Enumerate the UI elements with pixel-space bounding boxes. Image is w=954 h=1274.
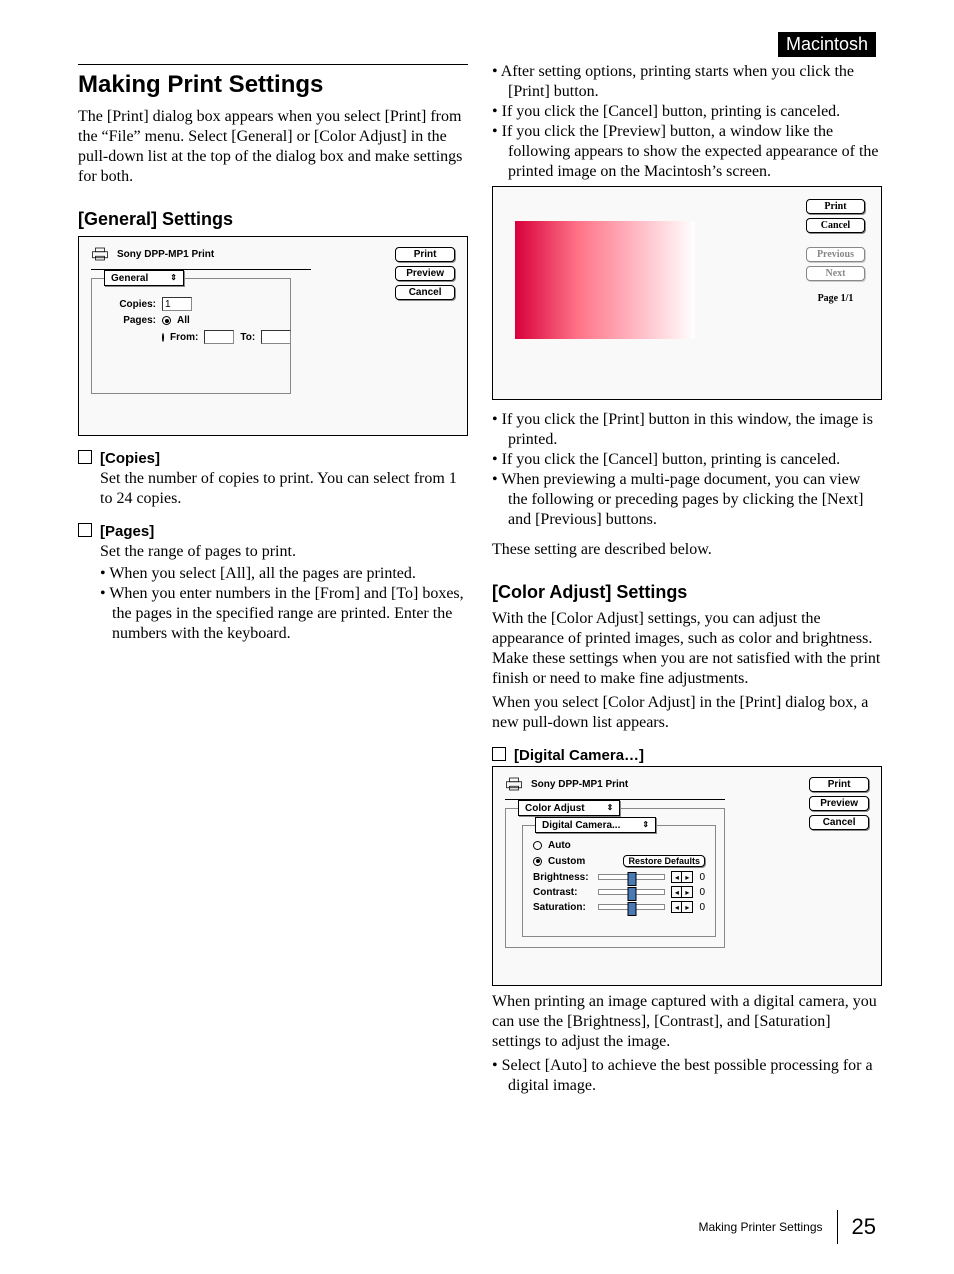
pulldown-label: Color Adjust — [525, 803, 585, 814]
os-tag: Macintosh — [778, 32, 876, 57]
right-bullet-2: If you click the [Cancel] button, printi… — [492, 102, 882, 122]
copies-input[interactable] — [162, 297, 192, 311]
right-bullet-5: If you click the [Cancel] button, printi… — [492, 450, 882, 470]
all-label: All — [177, 315, 190, 326]
digital-camera-pulldown[interactable]: Digital Camera... ⇕ — [535, 817, 656, 833]
pages-bullet-1: When you select [All], all the pages are… — [100, 564, 468, 584]
pages-bullet-2: When you enter numbers in the [From] and… — [100, 584, 468, 644]
preview-previous-button[interactable]: Previous — [806, 247, 865, 262]
saturation-label: Saturation: — [533, 902, 592, 913]
copies-desc: Set the number of copies to print. You c… — [100, 469, 468, 509]
left-column: Making Print Settings The [Print] dialog… — [78, 60, 468, 1096]
general-print-dialog: Sony DPP-MP1 Print Print Preview Cancel … — [78, 236, 468, 436]
brightness-stepper[interactable]: ◂▸ — [671, 871, 693, 883]
color-adjust-dialog: Sony DPP-MP1 Print Print Preview Cancel … — [492, 766, 882, 986]
all-radio[interactable] — [162, 316, 171, 325]
preview-cancel-button[interactable]: Cancel — [806, 218, 865, 233]
from-input[interactable] — [204, 330, 234, 344]
brightness-slider[interactable] — [598, 874, 665, 880]
preview-button[interactable]: Preview — [395, 266, 455, 281]
device-title: Sony DPP-MP1 Print — [117, 249, 214, 260]
pages-heading: [Pages] — [78, 523, 468, 540]
auto-radio[interactable] — [533, 841, 542, 850]
contrast-value: 0 — [699, 887, 705, 898]
from-label: From: — [170, 332, 198, 343]
print-button[interactable]: Print — [395, 247, 455, 262]
to-input[interactable] — [261, 330, 291, 344]
right-bullet-3: If you click the [Preview] button, a win… — [492, 122, 882, 182]
footer: Making Printer Settings 25 — [698, 1210, 876, 1244]
printer-icon — [91, 247, 109, 261]
custom-label: Custom — [548, 856, 585, 867]
right-bullet-6: When previewing a multi-page document, y… — [492, 470, 882, 530]
printer-icon — [505, 777, 523, 791]
general-settings-heading: [General] Settings — [78, 209, 468, 230]
right-bullet-1: After setting options, printing starts w… — [492, 62, 882, 102]
updown-icon: ⇕ — [607, 804, 614, 812]
brightness-label: Brightness: — [533, 872, 592, 883]
print-button-2[interactable]: Print — [809, 777, 869, 792]
rule — [78, 64, 468, 65]
page-title: Making Print Settings — [78, 71, 468, 99]
contrast-stepper[interactable]: ◂▸ — [671, 886, 693, 898]
digital-camera-heading: [Digital Camera…] — [492, 747, 882, 764]
updown-icon: ⇕ — [642, 821, 649, 829]
pages-desc: Set the range of pages to print. — [100, 542, 468, 562]
digcam-paragraph: When printing an image captured with a d… — [492, 992, 882, 1052]
footer-page-number: 25 — [852, 1214, 876, 1240]
color-adjust-pulldown[interactable]: Color Adjust ⇕ — [518, 800, 620, 816]
footer-section: Making Printer Settings — [698, 1220, 822, 1234]
right-column: After setting options, printing starts w… — [492, 60, 882, 1096]
preview-image — [515, 221, 695, 339]
color-adjust-p2: When you select [Color Adjust] in the [P… — [492, 693, 882, 733]
cancel-button-2[interactable]: Cancel — [809, 815, 869, 830]
updown-icon: ⇕ — [170, 274, 177, 282]
preview-window: Print Cancel Previous Next Page 1/1 — [492, 186, 882, 400]
page-indicator: Page 1/1 — [806, 293, 865, 304]
digcam-bullet-1: Select [Auto] to achieve the best possib… — [492, 1056, 882, 1096]
color-adjust-p1: With the [Color Adjust] settings, you ca… — [492, 609, 882, 689]
saturation-value: 0 — [699, 902, 705, 913]
saturation-slider[interactable] — [598, 904, 665, 910]
to-label: To: — [240, 332, 255, 343]
cancel-button[interactable]: Cancel — [395, 285, 455, 300]
pulldown-label: Digital Camera... — [542, 820, 620, 831]
copies-heading: [Copies] — [78, 450, 468, 467]
preview-button-2[interactable]: Preview — [809, 796, 869, 811]
custom-radio[interactable] — [533, 857, 542, 866]
copies-label: Copies: — [108, 299, 156, 310]
intro-paragraph: The [Print] dialog box appears when you … — [78, 107, 468, 187]
footer-divider — [837, 1210, 838, 1244]
auto-label: Auto — [548, 840, 571, 851]
preview-next-button[interactable]: Next — [806, 266, 865, 281]
preview-print-button[interactable]: Print — [806, 199, 865, 214]
contrast-slider[interactable] — [598, 889, 665, 895]
general-pulldown[interactable]: General ⇕ — [104, 270, 184, 286]
contrast-label: Contrast: — [533, 887, 592, 898]
color-adjust-heading: [Color Adjust] Settings — [492, 582, 882, 603]
restore-defaults-button[interactable]: Restore Defaults — [623, 855, 705, 867]
described-below: These setting are described below. — [492, 540, 882, 560]
device-title-2: Sony DPP-MP1 Print — [531, 779, 628, 790]
pulldown-label: General — [111, 273, 148, 284]
pages-label: Pages: — [108, 315, 156, 326]
right-bullet-4: If you click the [Print] button in this … — [492, 410, 882, 450]
brightness-value: 0 — [699, 872, 705, 883]
from-radio[interactable] — [162, 333, 164, 342]
saturation-stepper[interactable]: ◂▸ — [671, 901, 693, 913]
